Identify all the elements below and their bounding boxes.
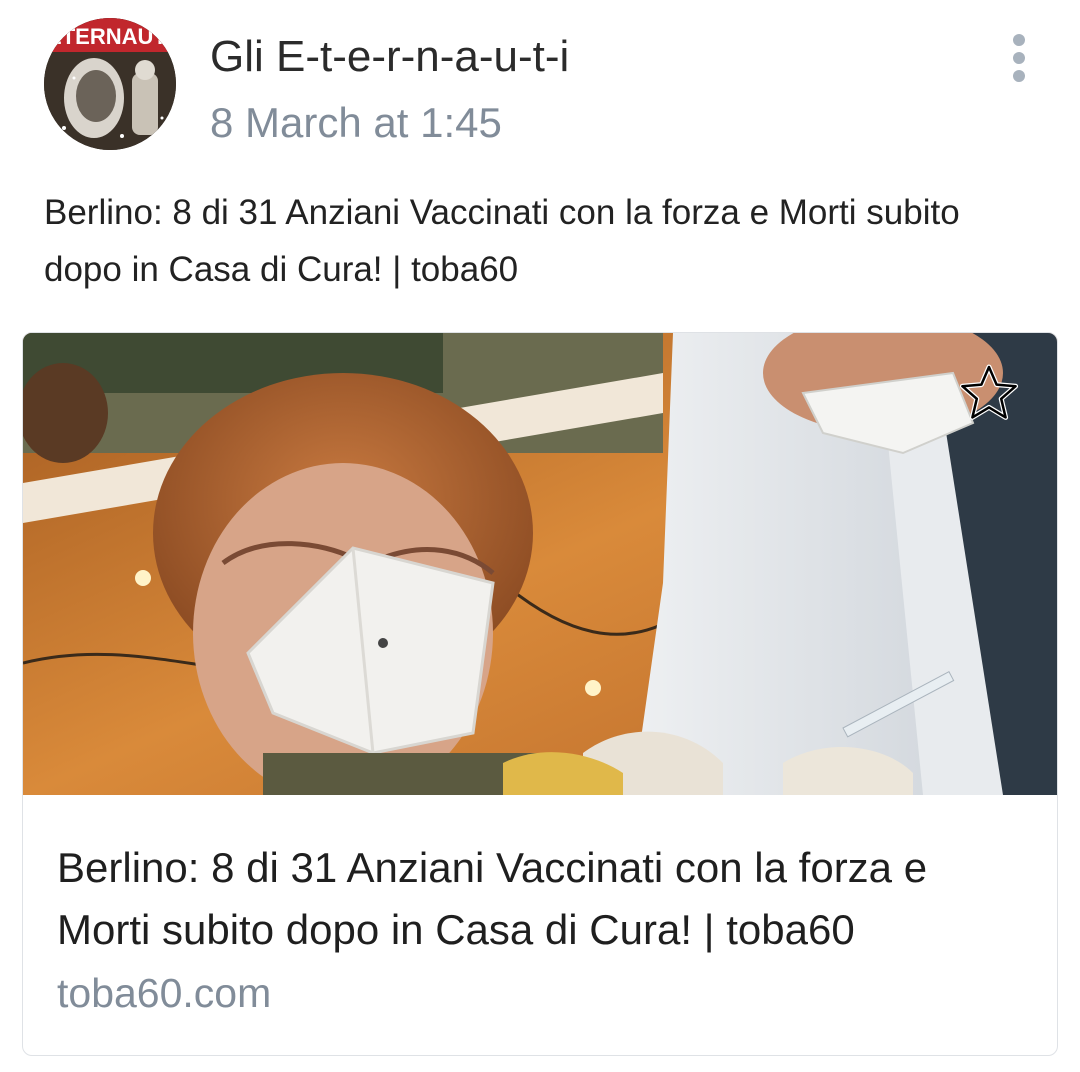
author-name[interactable]: Gli E-t-e-r-n-a-u-t-i — [210, 30, 569, 84]
post-header: ETERNAUTI Gli E-t-e-r-n-a-u-t-i 8 March … — [0, 0, 1080, 170]
link-domain[interactable]: toba60.com — [57, 965, 271, 1021]
more-options-button[interactable] — [996, 30, 1042, 86]
link-preview-image — [23, 333, 1057, 795]
star-outline-icon — [959, 364, 1019, 420]
link-preview-card[interactable]: Berlino: 8 di 31 Anziani Vaccinati con l… — [22, 332, 1058, 1056]
avatar-artwork: ETERNAUTI — [44, 18, 176, 150]
author-avatar[interactable]: ETERNAUTI — [44, 18, 176, 150]
avatar-logo-text: ETERNAUTI — [47, 24, 173, 49]
link-title[interactable]: Berlino: 8 di 31 Anziani Vaccinati con l… — [57, 837, 1027, 961]
post-date[interactable]: 8 March at 1:45 — [210, 96, 502, 150]
bookmark-button[interactable] — [957, 361, 1021, 425]
post-text: Berlino: 8 di 31 Anziani Vaccinati con l… — [44, 193, 960, 289]
